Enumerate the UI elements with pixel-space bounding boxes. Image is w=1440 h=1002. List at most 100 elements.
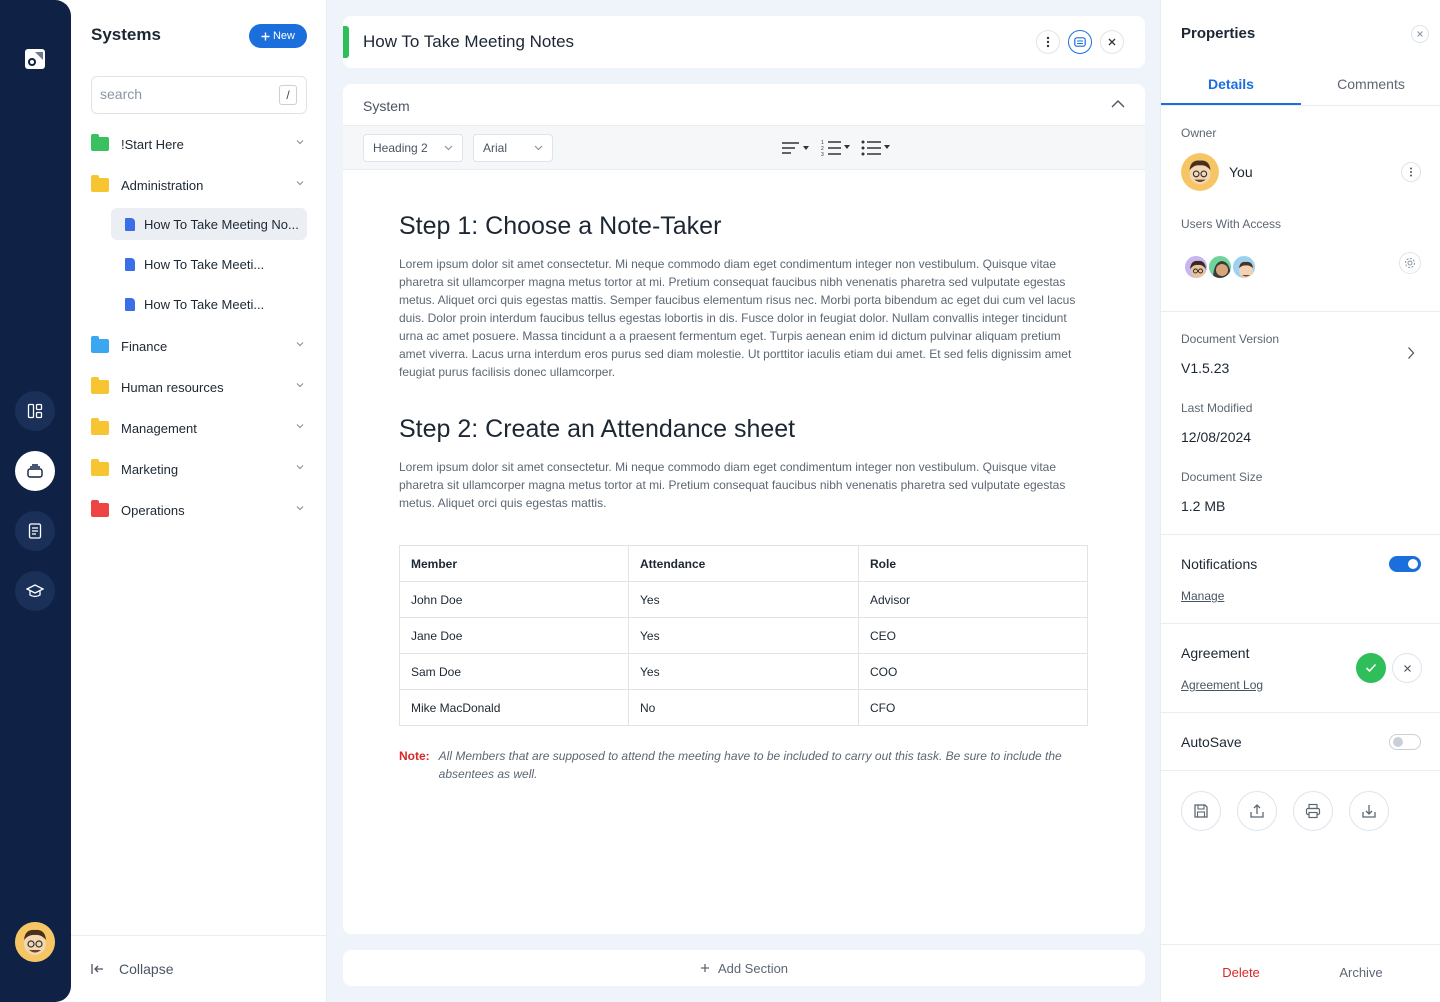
tab-details[interactable]: Details — [1161, 76, 1301, 92]
table-header-row: Member Attendance Role — [399, 545, 1088, 582]
user-avatar[interactable] — [15, 922, 55, 962]
file-icon — [125, 297, 135, 311]
chevron-down-icon[interactable] — [295, 503, 305, 513]
folder-operations[interactable]: Operations — [91, 494, 307, 526]
doc-label: How To Take Meeting No... — [144, 216, 299, 232]
folder-label: Management — [121, 420, 197, 436]
search-input[interactable] — [100, 86, 270, 102]
chevron-down-icon[interactable] — [295, 339, 305, 349]
search-shortcut-key: / — [279, 85, 297, 105]
bullet-list-icon[interactable] — [861, 140, 893, 156]
cell-role: CEO — [858, 617, 1088, 654]
folder-finance[interactable]: Finance — [91, 330, 307, 362]
document-title: How To Take Meeting Notes — [363, 32, 575, 51]
plus-icon — [261, 32, 270, 40]
documents-nav-button[interactable] — [15, 511, 55, 551]
print-button[interactable] — [1293, 791, 1333, 831]
doc-label: How To Take Meeti... — [144, 296, 265, 312]
close-document-button[interactable] — [1100, 30, 1124, 54]
chevron-right-icon[interactable] — [1407, 346, 1415, 360]
chevron-up-icon[interactable] — [1111, 99, 1125, 109]
collapse-arrow-icon — [91, 964, 103, 974]
chevron-down-icon[interactable] — [295, 462, 305, 472]
cell-role: CFO — [858, 689, 1088, 726]
align-text-icon[interactable] — [781, 141, 811, 155]
step1-paragraph: Lorem ipsum dolor sit amet consectetur. … — [399, 257, 1076, 379]
chevron-down-icon[interactable] — [295, 178, 305, 188]
table-row: Mike MacDonald No CFO — [399, 689, 1088, 726]
more-options-button[interactable] — [1036, 30, 1060, 54]
archive-button[interactable]: Archive — [1301, 965, 1421, 980]
doc-item-meeting-notes-1[interactable]: How To Take Meeting No... — [111, 208, 307, 240]
divider — [1161, 623, 1440, 624]
training-nav-button[interactable] — [15, 571, 55, 611]
save-icon — [1194, 804, 1208, 818]
check-icon — [1365, 663, 1377, 673]
toggle-knob — [1408, 559, 1418, 569]
manage-link[interactable]: Manage — [1181, 589, 1224, 603]
dashboard-icon — [27, 403, 43, 419]
agree-button[interactable] — [1356, 653, 1386, 683]
dashboard-nav-button[interactable] — [15, 391, 55, 431]
printer-icon — [1305, 803, 1321, 819]
share-button[interactable] — [1237, 791, 1277, 831]
folder-label: Marketing — [121, 461, 179, 477]
add-section-button[interactable]: Add Section — [343, 950, 1145, 986]
collapse-button[interactable]: Collapse — [71, 935, 327, 1002]
tab-comments[interactable]: Comments — [1301, 76, 1440, 92]
cell-role: COO — [858, 653, 1088, 690]
section-header[interactable]: System — [343, 84, 1145, 126]
step2-heading: Step 2: Create an Attendance sheet — [399, 415, 796, 443]
heading-select[interactable]: Heading 2 — [363, 134, 463, 162]
note-label: Note: — [399, 749, 430, 763]
chevron-down-icon — [534, 145, 543, 151]
folder-administration[interactable]: Administration — [91, 169, 307, 201]
properties-title: Properties — [1181, 25, 1256, 42]
chevron-down-icon[interactable] — [295, 137, 305, 147]
owner-options-button[interactable] — [1401, 162, 1421, 182]
size-value: 1.2 MB — [1181, 498, 1226, 514]
new-button[interactable]: New — [249, 24, 307, 48]
doc-item-meeting-notes-3[interactable]: How To Take Meeti... — [111, 288, 307, 320]
folder-label: Human resources — [121, 379, 224, 395]
step1-heading: Step 1: Choose a Note-Taker — [399, 212, 722, 240]
folder-label: Operations — [121, 502, 185, 518]
save-button[interactable] — [1181, 791, 1221, 831]
status-indicator — [343, 26, 349, 58]
divider — [1161, 534, 1440, 535]
chevron-down-icon[interactable] — [295, 380, 305, 390]
divider — [1161, 712, 1440, 713]
divider — [1161, 770, 1440, 771]
agreement-log-link[interactable]: Agreement Log — [1181, 678, 1263, 692]
layout-toggle-button[interactable] — [1068, 30, 1092, 54]
folder-management[interactable]: Management — [91, 412, 307, 444]
download-button[interactable] — [1349, 791, 1389, 831]
doc-label: How To Take Meeti... — [144, 256, 265, 272]
font-select[interactable]: Arial — [473, 134, 553, 162]
document-content[interactable]: Step 1: Choose a Note-Taker Lorem ipsum … — [399, 212, 1089, 783]
svg-text:3: 3 — [821, 152, 824, 157]
cell-member: John Doe — [399, 581, 629, 618]
autosave-toggle[interactable] — [1389, 734, 1421, 750]
close-properties-button[interactable] — [1411, 25, 1429, 43]
delete-button[interactable]: Delete — [1161, 965, 1321, 980]
numbered-list-icon[interactable]: 123 — [821, 139, 853, 157]
section-label: System — [363, 98, 410, 114]
folder-marketing[interactable]: Marketing — [91, 453, 307, 485]
notifications-toggle[interactable] — [1389, 556, 1421, 572]
modified-label: Last Modified — [1181, 401, 1253, 415]
doc-item-meeting-notes-2[interactable]: How To Take Meeti... — [111, 248, 307, 280]
systems-stack-icon — [27, 464, 43, 478]
version-value: V1.5.23 — [1181, 360, 1230, 376]
table-row: Jane Doe Yes CEO — [399, 617, 1088, 654]
file-icon — [125, 257, 135, 271]
folder-human-resources[interactable]: Human resources — [91, 371, 307, 403]
disagree-button[interactable] — [1392, 653, 1422, 683]
panel-icon — [1074, 37, 1086, 47]
systems-nav-button[interactable] — [15, 451, 55, 491]
chevron-down-icon[interactable] — [295, 421, 305, 431]
app-logo-icon[interactable] — [24, 48, 46, 70]
users-access-label: Users With Access — [1181, 217, 1282, 231]
folder-start-here[interactable]: !Start Here — [91, 128, 307, 160]
access-settings-button[interactable] — [1399, 252, 1421, 274]
